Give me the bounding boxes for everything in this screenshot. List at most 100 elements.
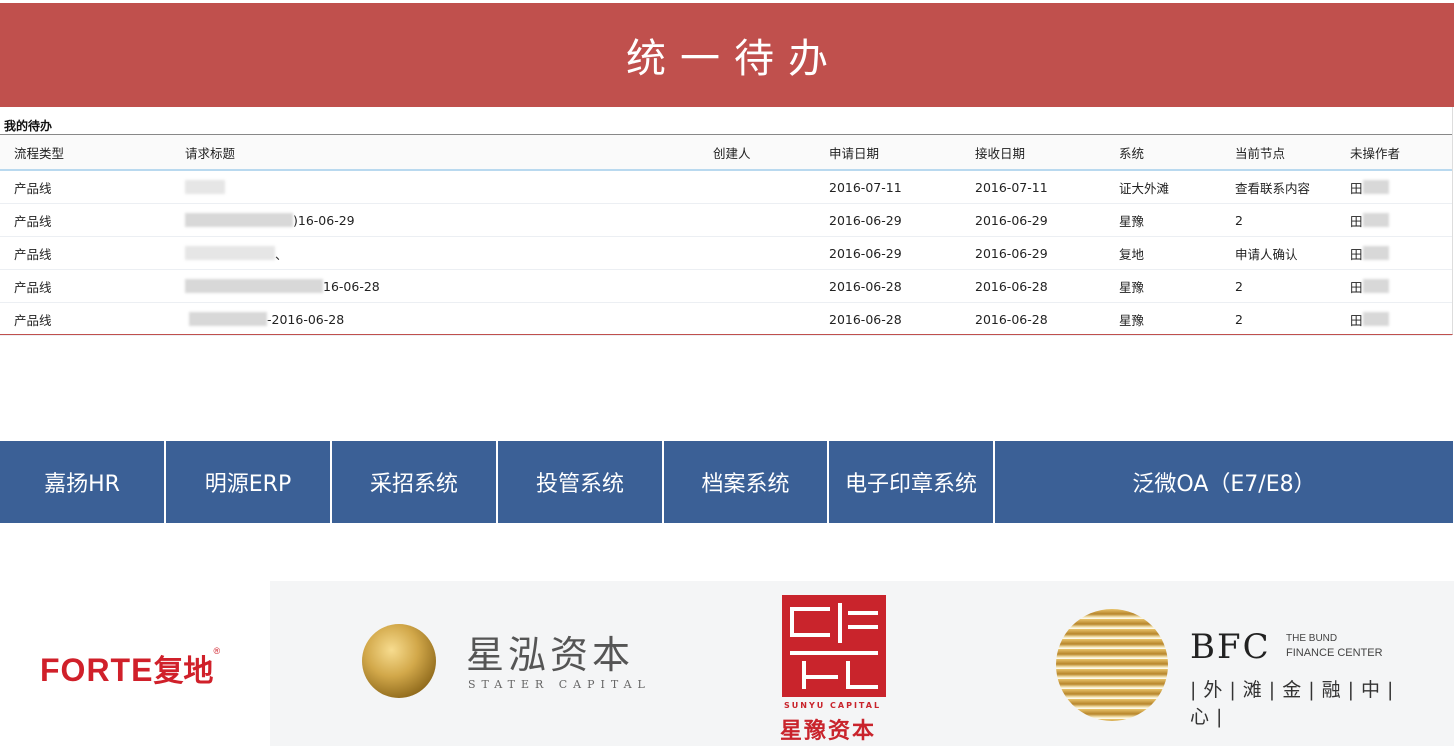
header-creator[interactable]: 创建人 [713, 135, 751, 169]
bfc-logo-small-2: FINANCE CENTER [1286, 647, 1383, 659]
stater-emblem-icon [362, 624, 436, 698]
stater-logo-en: STATER CAPITAL [468, 678, 651, 691]
nav-label: 投管系统 [535, 472, 624, 497]
table-row[interactable]: 产品线 -2016-06-28 2016-06-28 2016-06-28 星豫… [0, 303, 1452, 336]
nav-label: 档案系统 [701, 472, 790, 497]
xingyu-logo-cn: 星豫资本 [780, 718, 877, 744]
cell-title-text: 、 [275, 246, 288, 262]
cell-title-text: -2016-06-28 [267, 311, 345, 327]
nav-procurement-button[interactable]: 采招系统 [332, 441, 496, 523]
cell-type: 产品线 [14, 246, 52, 262]
cell-operator-text: 田 [1350, 279, 1363, 295]
nav-label: 明源ERP [204, 472, 292, 497]
redacted-text [1362, 213, 1389, 227]
nav-esignature-button[interactable]: 电子印章系统 [829, 441, 993, 523]
redacted-text [1362, 180, 1389, 194]
nav-label: 嘉扬HR [44, 472, 120, 497]
cell-apply-date: 2016-06-29 [829, 212, 902, 228]
cell-type: 产品线 [14, 213, 52, 229]
cell-system: 复地 [1119, 246, 1145, 262]
nav-hr-button[interactable]: 嘉扬HR [0, 441, 164, 523]
header-type[interactable]: 流程类型 [14, 135, 64, 169]
header-node[interactable]: 当前节点 [1235, 135, 1285, 169]
nav-erp-button[interactable]: 明源ERP [166, 441, 330, 523]
table-row[interactable]: 产品线 2016-07-11 2016-07-11 证大外滩 查看联系内容 田 [0, 171, 1452, 204]
partner-logos: FORTE复地® 星泓资本 STATER CAPITAL SUNYU CAPIT… [0, 523, 1454, 746]
todo-table: 流程类型 请求标题 创建人 申请日期 接收日期 系统 当前节点 未操作者 产品线… [0, 135, 1452, 336]
redacted-text [1362, 279, 1389, 293]
bfc-logo-big: BFC [1190, 627, 1271, 667]
cell-system: 星豫 [1119, 279, 1145, 295]
cell-apply-date: 2016-07-11 [829, 179, 902, 195]
cell-type: 产品线 [14, 312, 52, 328]
bfc-globe-icon [1056, 609, 1168, 721]
header-system[interactable]: 系统 [1119, 135, 1144, 169]
cell-operator-text: 田 [1350, 213, 1363, 229]
xingyu-seal-icon [782, 595, 886, 697]
table-header-row: 流程类型 请求标题 创建人 申请日期 接收日期 系统 当前节点 未操作者 [0, 135, 1452, 171]
cell-title-link[interactable]: 、 [185, 237, 288, 269]
cell-recv-date: 2016-06-29 [975, 212, 1048, 228]
redacted-text [185, 180, 225, 194]
cell-node: 2 [1235, 212, 1243, 228]
cell-recv-date: 2016-07-11 [975, 179, 1048, 195]
nav-oa-button[interactable]: 泛微OA（E7/E8） [995, 441, 1453, 523]
header-recv-date[interactable]: 接收日期 [975, 135, 1025, 169]
bfc-logo-cn: |外|滩|金|融|中|心| [1190, 679, 1401, 728]
cell-apply-date: 2016-06-28 [829, 311, 902, 327]
bfc-logo[interactable]: BFC THE BUND FINANCE CENTER |外|滩|金|融|中|心… [1056, 609, 1416, 728]
cell-system: 星豫 [1119, 213, 1145, 229]
cell-recv-date: 2016-06-28 [975, 311, 1048, 327]
cell-operator-text: 田 [1350, 246, 1363, 262]
forte-logo-text: FORTE [40, 652, 154, 688]
forte-logo-cn: 复地 [153, 655, 214, 688]
header-banner: 统一待办 [0, 3, 1454, 107]
cell-title-link[interactable]: 16-06-28 [185, 270, 380, 302]
cell-title-link[interactable]: -2016-06-28 [185, 303, 344, 335]
nav-label: 电子印章系统 [844, 472, 977, 497]
todo-panel: 我的待办 流程类型 请求标题 创建人 申请日期 接收日期 系统 当前节点 未操作… [0, 107, 1453, 336]
system-nav-bar: 嘉扬HR 明源ERP 采招系统 投管系统 档案系统 电子印章系统 泛微OA（E7… [0, 441, 1454, 523]
xingyu-logo-en: SUNYU CAPITAL [784, 701, 882, 710]
redacted-text [185, 246, 275, 260]
stater-logo-cn: 星泓资本 [466, 633, 635, 677]
cell-title-text: 16-06-28 [323, 278, 380, 294]
redacted-text [1362, 312, 1389, 326]
cell-node: 2 [1235, 311, 1243, 327]
nav-label: 泛微OA（E7/E8） [1132, 472, 1316, 497]
redacted-text [185, 279, 323, 293]
page-title: 统一待办 [626, 36, 842, 82]
stater-capital-logo[interactable]: 星泓资本 STATER CAPITAL [362, 620, 652, 700]
cell-title-link[interactable]: )16-06-29 [185, 204, 355, 236]
cell-operator: 田 [1350, 270, 1389, 302]
forte-logo[interactable]: FORTE复地® [40, 646, 220, 690]
cell-node: 2 [1235, 278, 1243, 294]
cell-type: 产品线 [14, 279, 52, 295]
nav-label: 采招系统 [369, 472, 458, 497]
nav-investment-button[interactable]: 投管系统 [498, 441, 662, 523]
cell-title-text: )16-06-29 [293, 212, 355, 228]
redacted-text [189, 312, 267, 326]
bfc-logo-small-1: THE BUND [1286, 633, 1338, 644]
cell-system: 证大外滩 [1119, 180, 1170, 196]
cell-operator: 田 [1350, 171, 1389, 203]
cell-recv-date: 2016-06-28 [975, 278, 1048, 294]
table-row[interactable]: 产品线 、 2016-06-29 2016-06-29 复地 申请人确认 田 [0, 237, 1452, 270]
table-row[interactable]: 产品线 16-06-28 2016-06-28 2016-06-28 星豫 2 … [0, 270, 1452, 303]
header-operator[interactable]: 未操作者 [1350, 135, 1400, 169]
header-apply-date[interactable]: 申请日期 [829, 135, 879, 169]
cell-apply-date: 2016-06-29 [829, 245, 902, 261]
cell-recv-date: 2016-06-29 [975, 245, 1048, 261]
header-title[interactable]: 请求标题 [185, 135, 235, 169]
cell-type: 产品线 [14, 180, 52, 196]
nav-archive-button[interactable]: 档案系统 [664, 441, 827, 523]
cell-operator-text: 田 [1350, 312, 1363, 328]
todo-caption: 我的待办 [4, 119, 53, 133]
cell-title-link[interactable] [185, 171, 225, 203]
redacted-text [185, 213, 293, 227]
cell-system: 星豫 [1119, 312, 1145, 328]
registered-mark: ® [213, 646, 221, 656]
table-row[interactable]: 产品线 )16-06-29 2016-06-29 2016-06-29 星豫 2… [0, 204, 1452, 237]
cell-operator: 田 [1350, 303, 1389, 335]
xingyu-capital-logo[interactable]: SUNYU CAPITAL 星豫资本 [780, 595, 888, 745]
